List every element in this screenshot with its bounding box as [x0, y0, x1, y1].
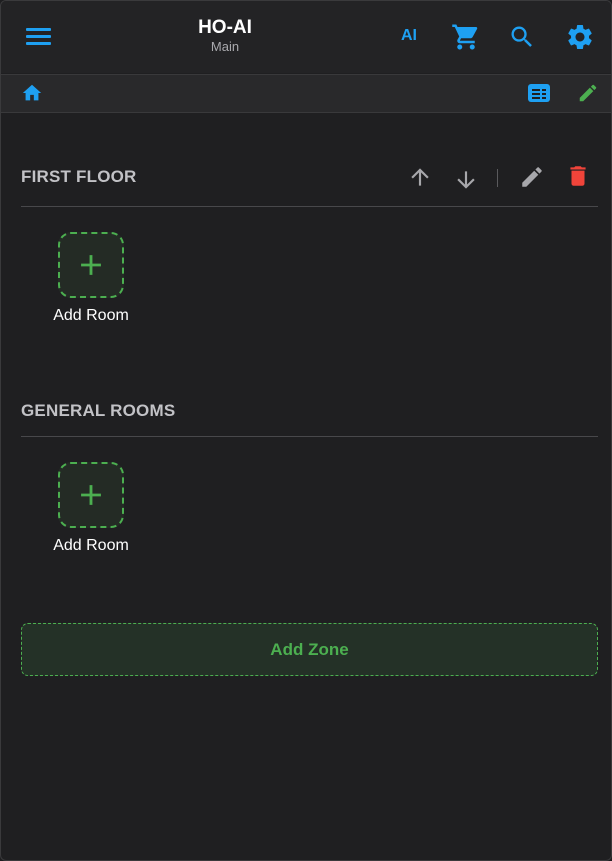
plus-icon [81, 255, 101, 275]
trash-icon [570, 166, 586, 186]
move-up-button[interactable] [407, 164, 433, 190]
arrow-down-icon [457, 171, 475, 189]
search-button[interactable] [508, 23, 536, 51]
app-title: HO-AI [198, 17, 252, 38]
search-icon [511, 26, 532, 47]
top-app-bar: HO-AI Main AI [1, 1, 611, 73]
menu-icon-bar [26, 28, 51, 31]
delete-zone-button[interactable] [565, 163, 591, 189]
menu-icon-bar [26, 42, 51, 45]
home-icon [22, 84, 42, 101]
arrow-up-icon [411, 168, 429, 186]
settings-button[interactable] [565, 22, 595, 52]
add-room-button[interactable]: Add Room [41, 232, 141, 325]
add-room-label: Add Room [53, 307, 129, 324]
app-subtitle: Main [210, 39, 240, 54]
pencil-icon [579, 84, 597, 102]
gear-icon [568, 24, 592, 49]
add-room-button[interactable]: Add Room [41, 462, 141, 555]
zone-header-general-rooms: GENERAL ROOMS [21, 391, 598, 431]
add-room-label: Add Room [53, 537, 129, 554]
zone-title: FIRST FLOOR [21, 167, 137, 186]
home-button[interactable] [21, 82, 43, 104]
menu-button[interactable] [21, 21, 59, 53]
ai-button[interactable]: AI [401, 27, 417, 45]
action-divider [497, 169, 498, 187]
cart-icon [452, 24, 478, 50]
app-frame: HO-AI Main AI FIRST FLOOR Add Room GENER… [0, 0, 612, 861]
zone-title: GENERAL ROOMS [21, 401, 176, 420]
list-view-icon [528, 84, 550, 102]
zone-header-first-floor: FIRST FLOOR [21, 157, 598, 197]
zone-divider [21, 436, 598, 437]
add-room-tile [58, 232, 124, 298]
toolbar [1, 74, 611, 113]
zone-divider [21, 206, 598, 207]
cart-button[interactable] [451, 22, 481, 52]
list-view-button[interactable] [527, 83, 551, 103]
add-room-tile [58, 462, 124, 528]
move-down-button[interactable] [453, 167, 479, 193]
title-block: HO-AI Main [165, 17, 285, 55]
menu-icon-bar [26, 35, 51, 38]
plus-icon [81, 485, 101, 505]
pencil-icon [522, 167, 542, 187]
add-zone-button[interactable]: Add Zone [21, 623, 598, 676]
edit-mode-button[interactable] [577, 82, 599, 104]
edit-zone-button[interactable] [519, 164, 545, 190]
